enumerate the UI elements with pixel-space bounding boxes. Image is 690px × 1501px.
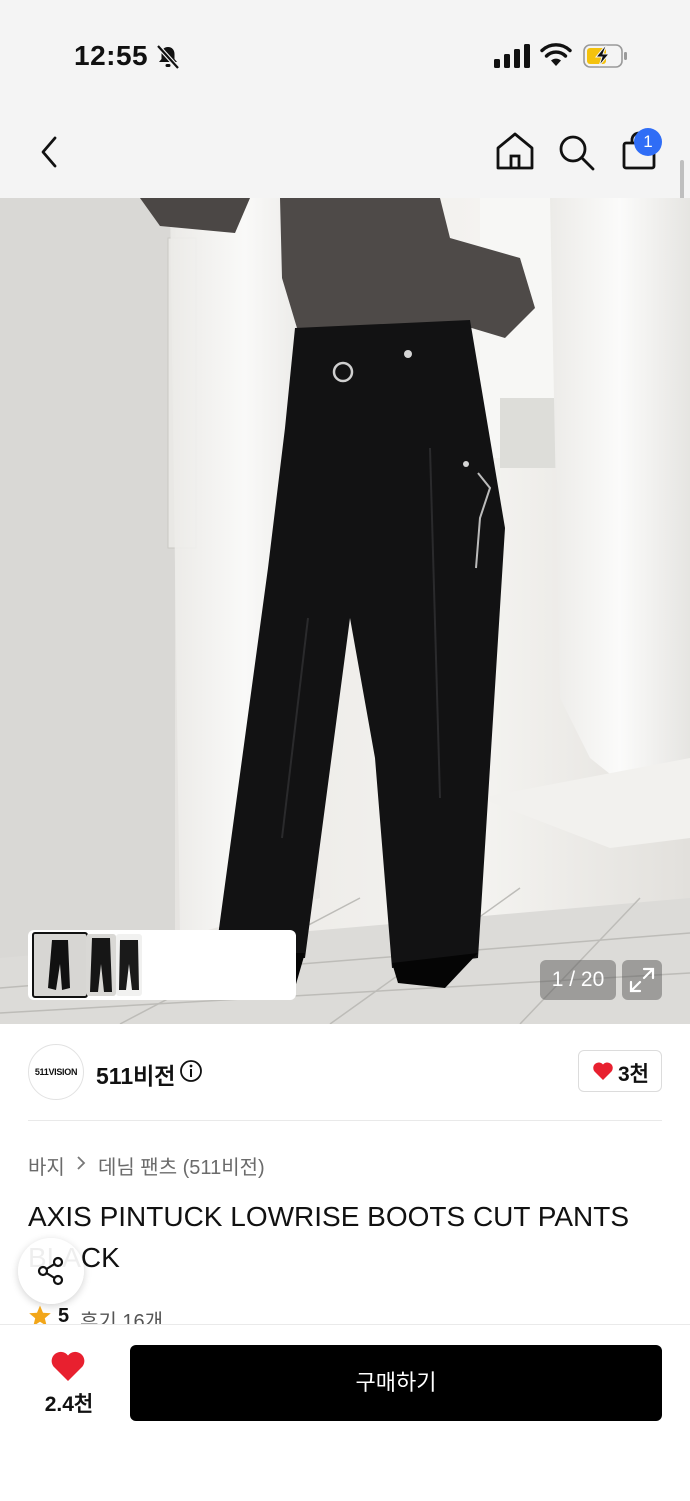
brand-name[interactable]: 511비전: [96, 1057, 175, 1091]
back-arrow-icon[interactable]: [36, 134, 64, 170]
bell-muted-icon: [156, 44, 180, 70]
thumbnail-3[interactable]: [116, 934, 142, 996]
product-title: AXIS PINTUCK LOWRISE BOOTS CUT PANTS BLA…: [28, 1201, 630, 1273]
brand-logo[interactable]: 511VISION: [28, 1044, 84, 1100]
cart-count-badge: 1: [634, 128, 662, 156]
model-photo: [0, 198, 690, 1024]
brand-like-count: 3천: [618, 1063, 649, 1086]
signal-icon: [494, 44, 530, 68]
thumbnail-1[interactable]: [32, 932, 88, 998]
expand-icon: [629, 967, 655, 993]
heart-icon: [593, 1062, 613, 1080]
info-icon[interactable]: [179, 1059, 203, 1083]
buy-button[interactable]: 구매하기: [130, 1345, 662, 1421]
breadcrumb-category[interactable]: 바지: [28, 1151, 65, 1180]
heart-icon[interactable]: [50, 1350, 86, 1382]
status-time: 12:55: [74, 40, 149, 71]
thumbnail-2[interactable]: [86, 934, 116, 996]
favorite-count: 2.4천: [44, 1393, 94, 1416]
chevron-right-icon: [76, 1154, 86, 1177]
image-counter: 1 / 20: [540, 960, 616, 1000]
share-icon: [37, 1256, 64, 1286]
product-image[interactable]: [0, 198, 690, 1024]
breadcrumb: 바지 데님 팬츠 (511비전): [28, 1151, 265, 1180]
thumbnail-strip: [28, 930, 296, 1000]
battery-charging-icon: [583, 44, 627, 68]
breadcrumb-subcategory[interactable]: 데님 팬츠 (511비전): [98, 1151, 265, 1180]
expand-image-button[interactable]: [622, 960, 662, 1000]
share-button[interactable]: [18, 1238, 84, 1304]
wifi-icon: [540, 43, 572, 66]
section-divider: [28, 1120, 662, 1121]
search-icon[interactable]: [556, 132, 596, 172]
home-icon[interactable]: [494, 130, 536, 172]
